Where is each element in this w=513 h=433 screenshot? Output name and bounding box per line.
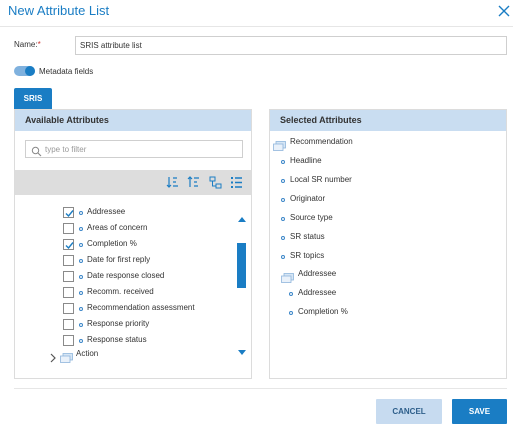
list-item[interactable]: Addressee: [63, 206, 233, 220]
title-divider: [0, 26, 513, 27]
dialog-title: New Attribute List: [8, 3, 110, 18]
name-input[interactable]: [75, 36, 507, 55]
selected-item-label: Completion %: [298, 307, 348, 316]
selected-root-item[interactable]: Recommendation: [273, 136, 473, 151]
filter-input[interactable]: [45, 142, 240, 156]
selected-root-label: Recommendation: [290, 137, 353, 146]
selected-subgroup[interactable]: Addressee: [281, 268, 481, 283]
list-item[interactable]: Date for first reply: [63, 254, 233, 268]
checkbox[interactable]: [63, 319, 74, 330]
metadata-toggle[interactable]: [14, 66, 35, 76]
list-item-label: Response priority: [87, 319, 150, 328]
list-item-label: Response status: [87, 335, 147, 344]
list-item[interactable]: Response status: [63, 334, 233, 348]
bullet-icon: [281, 179, 285, 183]
selected-item-label: SR status: [290, 232, 325, 241]
bullet-icon: [79, 259, 83, 263]
bullet-icon: [79, 227, 83, 231]
selected-item-label: Local SR number: [290, 175, 352, 184]
close-icon[interactable]: [497, 4, 511, 18]
save-button[interactable]: SAVE: [452, 399, 507, 424]
scroll-up-arrow-icon[interactable]: [237, 210, 247, 222]
list-item[interactable]: Date response closed: [63, 270, 233, 284]
list-item[interactable]: Completion %: [63, 238, 233, 252]
selected-item[interactable]: Source type: [281, 212, 481, 226]
chevron-right-icon[interactable]: [49, 350, 57, 363]
metadata-toggle-label: Metadata fields: [39, 67, 94, 76]
sort-ascending-icon[interactable]: [166, 176, 179, 189]
bullet-icon: [281, 236, 285, 240]
available-attributes-panel: Available Attributes Addressee Areas: [14, 109, 252, 379]
checkbox[interactable]: [63, 303, 74, 314]
bullet-icon: [79, 211, 83, 215]
folder-icon: [273, 138, 286, 151]
checkbox[interactable]: [63, 207, 74, 218]
checkbox[interactable]: [63, 239, 74, 250]
list-item-label: Addressee: [87, 207, 126, 216]
bullet-icon: [281, 160, 285, 164]
cancel-button[interactable]: CANCEL: [376, 399, 442, 424]
list-item-label: Date for first reply: [87, 255, 151, 264]
bullet-icon: [79, 339, 83, 343]
selected-subgroup-label: Addressee: [298, 269, 337, 278]
selected-item-label: Headline: [290, 156, 322, 165]
attribute-toolbar: [15, 170, 251, 195]
search-icon: [31, 144, 42, 157]
selected-item[interactable]: SR status: [281, 231, 481, 245]
bullet-icon: [79, 275, 83, 279]
checkbox[interactable]: [63, 255, 74, 266]
group-label: Action: [76, 349, 99, 358]
bullet-icon: [289, 311, 293, 315]
selected-attributes-panel: Selected Attributes Recommendation Headl…: [269, 109, 507, 379]
bullet-icon: [281, 217, 285, 221]
scrollbar-thumb[interactable]: [237, 243, 246, 288]
list-item-label: Recomm. received: [87, 287, 154, 296]
selected-item[interactable]: Addressee: [289, 287, 479, 301]
selected-item[interactable]: Completion %: [289, 306, 479, 320]
selected-item[interactable]: SR topics: [281, 250, 481, 264]
bullet-icon: [79, 307, 83, 311]
selected-item-label: Source type: [290, 213, 333, 222]
list-item[interactable]: Recomm. received: [63, 286, 233, 300]
list-item-label: Date response closed: [87, 271, 165, 280]
selected-item[interactable]: Local SR number: [281, 174, 481, 188]
sort-descending-icon[interactable]: [187, 176, 200, 189]
folder-icon: [281, 270, 294, 283]
tab-sris[interactable]: SRIS: [14, 88, 52, 109]
bullet-icon: [289, 292, 293, 296]
toggle-knob: [25, 66, 35, 76]
bullet-icon: [281, 198, 285, 202]
selected-item-label: Addressee: [298, 288, 337, 297]
tree-view-icon[interactable]: [209, 176, 222, 189]
bullet-icon: [79, 291, 83, 295]
selected-item-label: SR topics: [290, 251, 325, 260]
checkbox[interactable]: [63, 271, 74, 282]
list-item[interactable]: Response priority: [63, 318, 233, 332]
list-item-label: Completion %: [87, 239, 137, 248]
dialog-titlebar: New Attribute List: [0, 0, 513, 24]
checkbox[interactable]: [63, 223, 74, 234]
selected-item-label: Originator: [290, 194, 326, 203]
selected-attributes-header: Selected Attributes: [270, 110, 506, 131]
scroll-down-arrow-icon[interactable]: [237, 344, 247, 355]
bullet-icon: [79, 243, 83, 247]
list-view-icon[interactable]: [230, 176, 243, 189]
required-mark: *: [37, 40, 41, 49]
name-label: Name:*: [14, 40, 41, 49]
list-item-label: Areas of concern: [87, 223, 148, 232]
footer-divider: [14, 388, 507, 389]
bullet-icon: [79, 323, 83, 327]
group-action[interactable]: Action: [49, 348, 169, 363]
filter-box: [25, 140, 243, 158]
list-item[interactable]: Areas of concern: [63, 222, 233, 236]
list-item-label: Recommendation assessment: [87, 303, 195, 312]
list-item[interactable]: Recommendation assessment: [63, 302, 233, 316]
selected-item[interactable]: Headline: [281, 155, 481, 169]
folder-icon: [60, 350, 73, 363]
bullet-icon: [281, 255, 285, 259]
selected-item[interactable]: Originator: [281, 193, 481, 207]
checkbox[interactable]: [63, 287, 74, 298]
available-attributes-header: Available Attributes: [15, 110, 251, 131]
checkbox[interactable]: [63, 335, 74, 346]
